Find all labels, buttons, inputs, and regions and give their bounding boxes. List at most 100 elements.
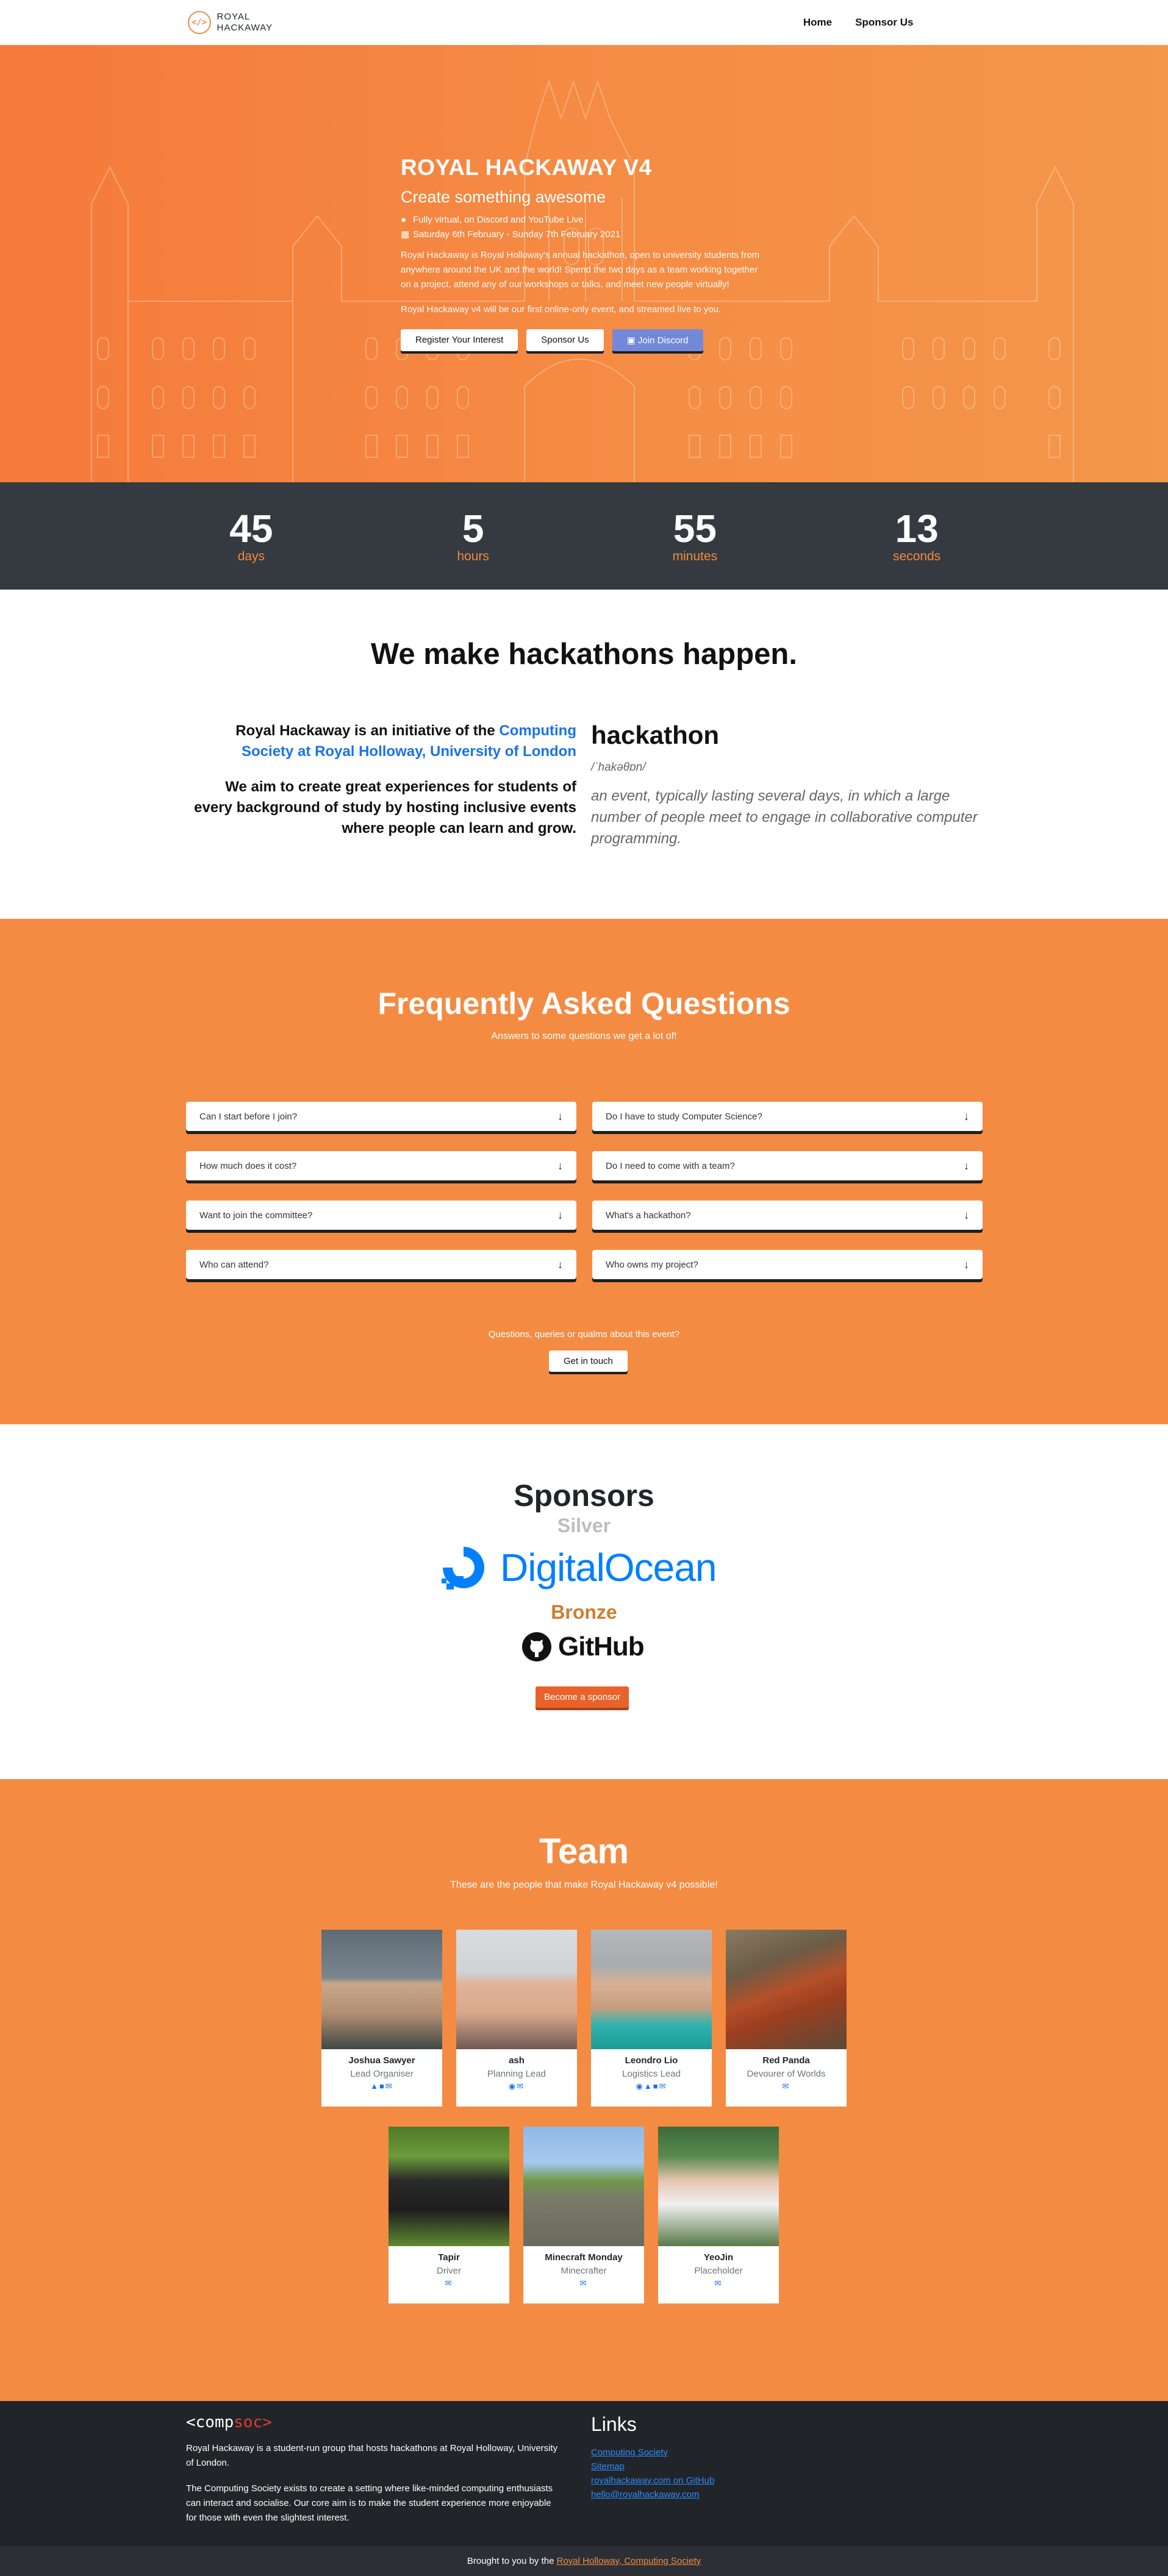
faq-item[interactable]: Who owns my project? ↓ <box>592 1250 983 1279</box>
definition: hackathon /ˈhakəθɒn/ an event, typically… <box>591 721 987 849</box>
faq-item[interactable]: Do I need to come with a team? ↓ <box>592 1151 983 1180</box>
tier-silver-label: Silver <box>557 1515 611 1536</box>
sponsor-us-button[interactable]: Sponsor Us <box>526 329 604 351</box>
about-section: We make hackathons happen. Royal Hackawa… <box>0 590 1168 919</box>
arrow-down-icon: ↓ <box>557 1208 563 1221</box>
join-discord-button[interactable]: ▣ Join Discord <box>612 329 703 351</box>
nav-link-home[interactable]: Home <box>803 16 832 29</box>
team-member-card: Minecraft Monday Minecrafter ✉ <box>523 2127 644 2303</box>
email-icon[interactable]: ✉ <box>715 2278 723 2288</box>
countdown-seconds: 13 seconds <box>893 507 941 563</box>
hero-buttons: Register Your Interest Sponsor Us ▣ Join… <box>401 329 767 351</box>
email-icon[interactable]: ✉ <box>517 2082 525 2091</box>
footer-about-2: The Computing Society exists to create a… <box>186 2483 553 2523</box>
definition-word: hackathon <box>591 721 720 749</box>
countdown-minutes: 55 minutes <box>672 507 718 563</box>
digitalocean-icon <box>442 1547 484 1589</box>
countdown-hours: 5 hours <box>457 507 489 563</box>
faq-contact-prompt: Questions, queries or qualms about this … <box>488 1329 680 1340</box>
footer-links: Links Computing Society Sitemap royalhac… <box>591 2413 714 2502</box>
email-icon[interactable]: ✉ <box>385 2082 393 2091</box>
compsoc-logo[interactable]: <compsoc> <box>186 2413 272 2432</box>
nav-link-sponsor-us[interactable]: Sponsor Us <box>855 16 913 29</box>
bottom-bar: Brought to you by the Royal Holloway, Co… <box>0 2546 1168 2576</box>
faq-item[interactable]: Want to join the committee? ↓ <box>186 1201 576 1230</box>
discord-icon: ▣ <box>626 335 638 346</box>
brand-line-2: HACKAWAY <box>217 23 273 33</box>
hero-content: ROYAL HACKAWAY V4 Create something aweso… <box>401 155 767 351</box>
twitter-icon[interactable]: ▲ <box>644 2082 653 2091</box>
team-member-card: Tapir Driver ✉ <box>389 2127 509 2303</box>
link-sitemap[interactable]: Sitemap <box>591 2460 714 2474</box>
credit-link[interactable]: Royal Holloway, Computing Society <box>557 2556 701 2566</box>
arrow-down-icon: ↓ <box>964 1208 969 1221</box>
email-icon[interactable]: ✉ <box>783 2082 790 2091</box>
faq-subheading: Answers to some questions we get a lot o… <box>491 1031 677 1041</box>
calendar-icon: ▦ <box>401 229 410 240</box>
countdown-days: 45 days <box>229 507 273 563</box>
footer-about-1: Royal Hackaway is a student-run group th… <box>186 2443 558 2468</box>
hero-section: ROYAL HACKAWAY V4 Create something aweso… <box>0 45 1168 482</box>
brand-line-1: ROYAL <box>217 12 251 22</box>
team-member-card: Red Panda Devourer of Worlds ✉ <box>726 1930 847 2107</box>
member-photo <box>591 1930 712 2049</box>
about-heading: We make hackathons happen. <box>371 638 797 671</box>
faq-item[interactable]: What's a hackathon? ↓ <box>592 1201 983 1230</box>
email-icon[interactable]: ✉ <box>659 2082 667 2091</box>
email-icon[interactable]: ✉ <box>445 2278 453 2288</box>
twitter-icon[interactable]: ▲ <box>370 2082 379 2091</box>
faq-heading: Frequently Asked Questions <box>378 987 790 1021</box>
hero-online-note: Royal Hackaway v4 will be our first onli… <box>401 304 722 315</box>
linkedin-icon[interactable]: ■ <box>379 2082 385 2091</box>
definition-text: an event, typically lasting several days… <box>591 788 978 847</box>
team-member-card: Joshua Sawyer Lead Organiser ▲■✉ <box>321 1930 442 2107</box>
digitalocean-logo[interactable]: DigitalOcean <box>439 1543 717 1592</box>
links-heading: Links <box>591 2413 637 2435</box>
brand-logo[interactable]: </> ROYAL HACKAWAY <box>187 11 273 34</box>
hero-tagline: Create something awesome <box>401 188 606 206</box>
faq-item[interactable]: Can I start before I join? ↓ <box>186 1102 576 1131</box>
definition-pronunciation: /ˈhakəθɒn/ <box>591 761 646 774</box>
become-sponsor-button[interactable]: Become a sponsor <box>536 1686 629 1708</box>
member-photo <box>389 2127 509 2246</box>
faq-item[interactable]: Who can attend? ↓ <box>186 1250 576 1279</box>
member-photo <box>726 1930 847 2049</box>
arrow-down-icon: ↓ <box>964 1258 969 1271</box>
get-in-touch-button[interactable]: Get in touch <box>549 1350 628 1372</box>
hero-title: ROYAL HACKAWAY V4 <box>401 155 652 180</box>
link-email[interactable]: hello@royalhackaway.com <box>591 2488 714 2502</box>
credit-text: Brought to you by the <box>467 2556 557 2566</box>
arrow-down-icon: ↓ <box>964 1159 969 1172</box>
aim-text: We aim to create great experiences for s… <box>194 779 576 837</box>
github-icon[interactable]: ◉ <box>636 2082 644 2091</box>
hero-dates: Saturday 6th February - Sunday 7th Febru… <box>413 229 621 240</box>
register-interest-button[interactable]: Register Your Interest <box>401 329 518 351</box>
digitalocean-wordmark: DigitalOcean <box>500 1546 717 1589</box>
member-photo <box>456 1930 577 2049</box>
email-icon[interactable]: ✉ <box>580 2278 588 2288</box>
link-github-repo[interactable]: royalhackaway.com on GitHub <box>591 2474 714 2488</box>
arrow-down-icon: ↓ <box>557 1110 563 1122</box>
faq-section: Frequently Asked Questions Answers to so… <box>0 919 1168 1424</box>
team-subheading: These are the people that make Royal Hac… <box>450 1880 718 1890</box>
member-photo <box>523 2127 644 2246</box>
faq-item[interactable]: Do I have to study Computer Science? ↓ <box>592 1102 983 1131</box>
github-wordmark: GitHub <box>558 1632 645 1661</box>
arrow-down-icon: ↓ <box>557 1258 563 1271</box>
github-icon <box>522 1632 551 1661</box>
github-icon[interactable]: ◉ <box>509 2082 517 2091</box>
team-member-card: ash Planning Lead ◉✉ <box>456 1930 577 2107</box>
team-member-card: Leondro Lio Logistics Lead ◉▲■✉ <box>591 1930 712 2107</box>
faq-item[interactable]: How much does it cost? ↓ <box>186 1151 576 1180</box>
member-photo <box>321 1930 442 2049</box>
countdown: 45 days 5 hours 55 minutes 13 seconds <box>0 482 1168 590</box>
arrow-down-icon: ↓ <box>964 1110 969 1122</box>
team-heading: Team <box>539 1832 629 1871</box>
link-computing-society[interactable]: Computing Society <box>591 2446 714 2460</box>
hero-description: Royal Hackaway is Royal Holloway's annua… <box>401 250 760 290</box>
github-logo[interactable]: GitHub <box>521 1632 645 1662</box>
footer: <compsoc> Royal Hackaway is a student-ru… <box>0 2401 1168 2546</box>
sponsors-heading: Sponsors <box>514 1479 654 1513</box>
linkedin-icon[interactable]: ■ <box>653 2082 659 2091</box>
map-marker-icon: ● <box>401 215 407 225</box>
